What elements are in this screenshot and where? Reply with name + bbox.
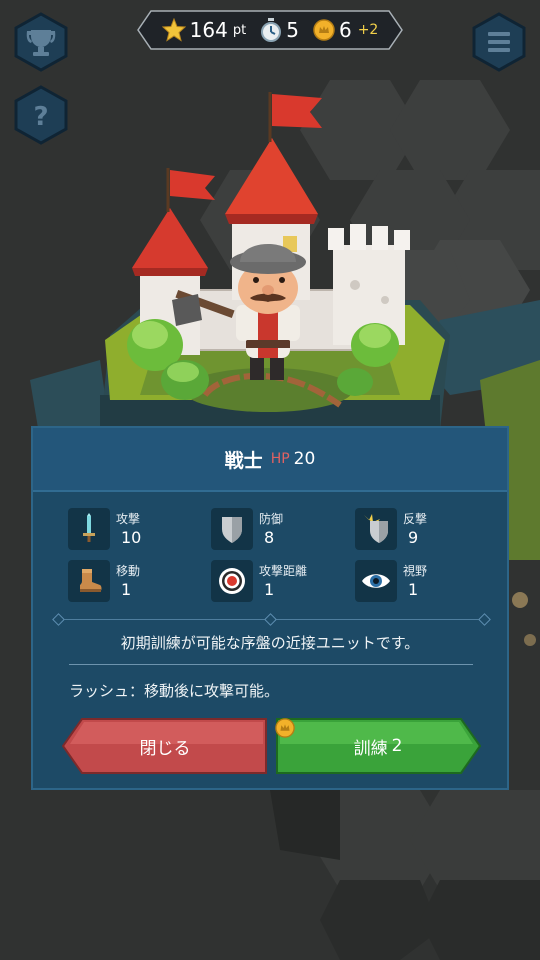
stat-attack: 攻撃 10: [68, 508, 218, 554]
unit-info-dialog: 戦士 HP 20 攻撃 10 防御 8 反撃 9 移動 1 攻撃距離 1 視野 …: [31, 426, 509, 790]
close-button-label: 閉じる: [139, 738, 191, 759]
stat-value: 1: [408, 580, 419, 599]
boot-icon: [68, 560, 110, 602]
unit-description: 初期訓練が可能な序盤の近接ユニットです。: [120, 634, 420, 652]
trophy-button[interactable]: [14, 12, 68, 72]
train-cost: 2: [391, 736, 403, 756]
shield-icon: [211, 508, 253, 550]
question-mark-icon: ?: [33, 102, 48, 132]
stat-label: 攻撃距離: [259, 564, 308, 578]
menu-button[interactable]: [472, 12, 526, 72]
dialog-header: 戦士 HP 20: [33, 428, 507, 492]
sword-icon: [68, 508, 110, 550]
hp-value: 20: [293, 449, 316, 469]
coins-display: 6 +2: [313, 18, 378, 42]
stat-value: 10: [121, 528, 142, 547]
turns-value: 5: [286, 18, 299, 42]
stopwatch-icon: [261, 18, 282, 42]
counter-shield-icon: [355, 508, 397, 550]
coins-bonus: +2: [357, 22, 379, 38]
close-button[interactable]: 閉じる: [62, 718, 268, 774]
target-icon: [211, 560, 253, 602]
stat-label: 視野: [403, 564, 428, 578]
turns-display: 5: [260, 18, 299, 42]
stat-value: 8: [264, 528, 275, 547]
stat-value: 1: [264, 580, 275, 599]
stat-value: 1: [121, 580, 132, 599]
stat-label: 攻撃: [116, 512, 141, 526]
coin-icon: [313, 19, 335, 41]
hamburger-menu-icon: [488, 32, 510, 52]
hp-label: HP: [270, 451, 290, 467]
train-button-label: 訓練: [353, 738, 388, 759]
stat-move: 移動 1: [68, 560, 218, 606]
stat-label: 反撃: [403, 512, 428, 526]
divider-ornament: [478, 613, 491, 626]
star-icon: [161, 18, 186, 42]
score-value: 164: [189, 18, 228, 42]
stat-label: 防御: [259, 512, 284, 526]
score-display: 164 pt: [161, 18, 247, 42]
help-button[interactable]: ?: [14, 85, 68, 145]
stat-range: 攻撃距離 1: [211, 560, 361, 606]
description-divider: [69, 664, 473, 665]
train-button[interactable]: 訓練 2: [275, 718, 481, 774]
eye-icon: [355, 560, 397, 602]
stat-vision: 視野 1: [355, 560, 505, 606]
unit-name: 戦士: [224, 449, 263, 472]
unit-ability: ラッシュ：移動後に攻撃可能。: [69, 682, 280, 700]
stat-label: 移動: [116, 564, 141, 578]
score-unit: pt: [232, 22, 247, 38]
divider-ornament: [264, 613, 277, 626]
coins-value: 6: [338, 18, 352, 42]
stat-defense: 防御 8: [211, 508, 361, 554]
resource-items: 164 pt 5 6 +2: [137, 10, 403, 50]
stat-value: 9: [408, 528, 419, 547]
stat-counter: 反撃 9: [355, 508, 505, 554]
divider-ornament: [52, 613, 65, 626]
coin-icon: [275, 718, 295, 738]
